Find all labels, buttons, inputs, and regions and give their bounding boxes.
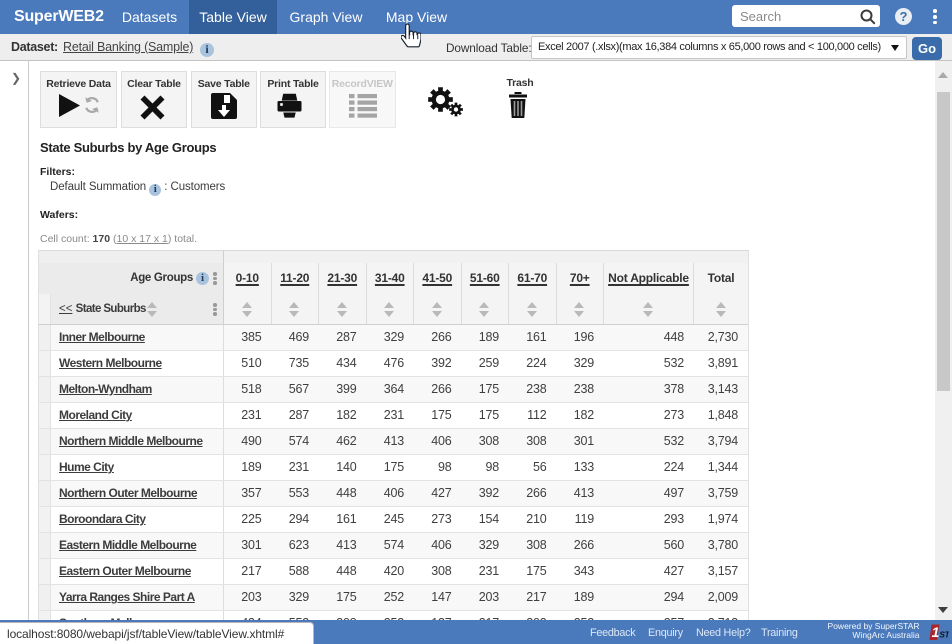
svg-text:ST: ST [939,630,949,640]
